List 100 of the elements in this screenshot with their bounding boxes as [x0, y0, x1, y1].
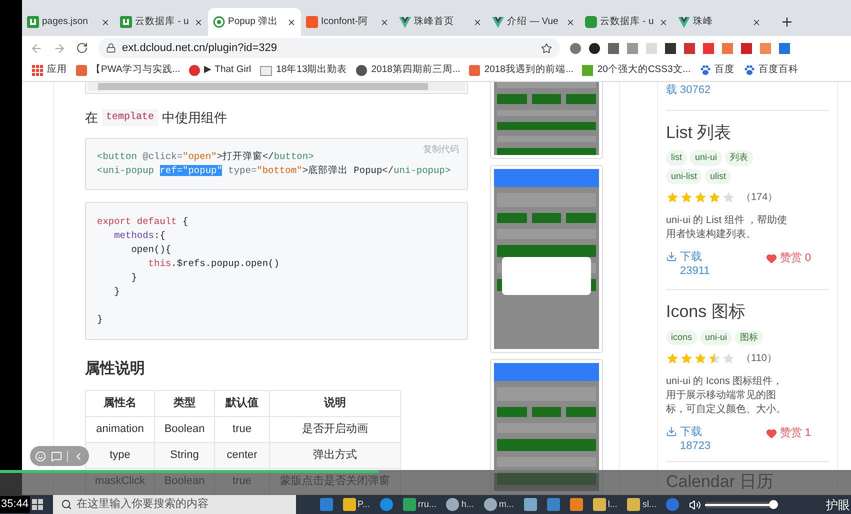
tag-chip[interactable]: 图标 — [735, 330, 764, 345]
code-line: <button @click="open">打开弹窗</button> — [97, 150, 315, 164]
taskbar-app[interactable]: l... — [592, 498, 618, 512]
app-icon — [446, 498, 460, 511]
bookmark-link[interactable]: ▶ That Girl — [189, 63, 252, 78]
paragraph-text: 中使用组件 — [162, 109, 228, 127]
tag-chip[interactable]: uni-list — [666, 168, 702, 184]
taskbar-app[interactable]: h... — [446, 498, 474, 512]
tag-chip[interactable]: 列表 — [725, 150, 754, 166]
star-icon — [694, 352, 707, 365]
volume-thumb[interactable] — [769, 500, 778, 509]
extension-icon[interactable] — [589, 42, 600, 54]
star-icon — [680, 352, 693, 365]
taskbar-app[interactable] — [546, 498, 560, 511]
bookmark-link[interactable]: 百度百科 — [744, 63, 799, 78]
plugin-title[interactable]: List 列表 — [666, 120, 829, 145]
close-icon[interactable] — [473, 18, 482, 26]
reload-icon[interactable] — [76, 42, 88, 54]
code-line: export default { — [97, 214, 190, 228]
tag-chip[interactable]: uni-ui — [700, 330, 732, 345]
plugin-title[interactable]: Icons 图标 — [666, 299, 829, 324]
code-line: methods:{ — [113, 228, 166, 242]
apps-grid-icon — [32, 65, 43, 76]
tab-title: 珠峰首页 — [414, 14, 455, 29]
search-icon — [60, 499, 72, 510]
tab-title: 云数据库 - u — [135, 14, 190, 29]
address-bar[interactable]: ext.dcloud.net.cn/plugin?id=329 — [98, 38, 560, 58]
tab-title: 云数据库 - u — [600, 14, 655, 29]
app-icon — [320, 498, 333, 511]
horizontal-scrollbar[interactable] — [88, 82, 465, 91]
taskbar-search-field[interactable]: 在这里输入你要搜索的内容 — [52, 495, 296, 514]
smile-icon[interactable] — [35, 450, 46, 462]
search-placeholder: 在这里输入你要搜索的内容 — [76, 496, 209, 512]
extension-icon[interactable] — [665, 42, 676, 54]
app-icon — [342, 498, 356, 511]
comment-icon[interactable] — [51, 450, 62, 462]
rating-count: （110） — [741, 352, 777, 366]
close-icon[interactable] — [659, 18, 668, 26]
plugin-description: uni-ui 的 List 组件 ，帮助使用者快速构建列表。 — [666, 214, 788, 242]
bookmark-link[interactable]: 百度 — [700, 63, 735, 78]
bookmark-star-icon[interactable] — [541, 42, 552, 54]
tip-button[interactable]: 赞赏 1 — [766, 425, 811, 442]
bookmark-link[interactable]: 2018我遇到的前端... — [469, 63, 574, 78]
bookmark-link[interactable]: 2018第四期前三周... — [356, 63, 460, 78]
url-text: ext.dcloud.net.cn/plugin?id=329 — [122, 40, 278, 56]
cloud-logo-icon — [585, 16, 597, 28]
app-icon — [402, 498, 416, 511]
vue-logo-icon — [492, 16, 504, 28]
close-icon[interactable] — [101, 18, 110, 26]
tab-title: Iconfont-阿 — [321, 14, 369, 29]
download-icon — [666, 426, 677, 437]
eye-care-label[interactable]: 护眼 — [826, 496, 850, 514]
bookmark-icon — [189, 65, 200, 76]
app-icon — [570, 498, 583, 511]
close-icon[interactable] — [194, 18, 203, 26]
taskbar-app[interactable] — [666, 498, 680, 511]
code-line: } — [97, 312, 104, 326]
windows-logo-icon[interactable] — [32, 499, 43, 510]
taskbar-app[interactable]: rru... — [402, 498, 436, 512]
taskbar-app[interactable]: P... — [342, 498, 370, 512]
bookmark-link[interactable]: 应用 — [32, 63, 67, 78]
sheet-icon — [260, 66, 272, 76]
tab-title: Popup 弹出 — [228, 14, 280, 29]
tag-chip[interactable]: list — [666, 150, 687, 166]
star-icon — [666, 352, 679, 365]
volume-icon[interactable] — [689, 498, 702, 510]
taskbar-app[interactable]: sl... — [627, 498, 656, 512]
globe-icon — [356, 65, 368, 76]
close-icon[interactable] — [566, 18, 575, 26]
tip-button[interactable]: 赞赏 0 — [766, 250, 811, 266]
browser-tab[interactable]: Popup 弹出 — [208, 8, 301, 36]
rating-count: （174） — [741, 191, 778, 205]
close-icon[interactable] — [752, 18, 761, 26]
column-header: 说明 — [270, 390, 400, 416]
code-line: open(){ — [130, 242, 172, 256]
bookmark-link[interactable]: 20个强大的CSS3文... — [582, 63, 691, 78]
bookmark-icon — [582, 65, 594, 76]
player-controls[interactable] — [30, 446, 89, 466]
taskbar-app[interactable] — [380, 498, 393, 511]
bookmark-link[interactable]: 18年13期出勤表 — [260, 63, 348, 78]
heart-icon — [766, 252, 777, 264]
tag-chip[interactable]: ulist — [705, 168, 732, 184]
app-logo-icon — [120, 16, 132, 28]
taskbar-app[interactable] — [524, 498, 537, 511]
app-icon — [592, 498, 606, 511]
tab-title: 介绍 — Vue — [507, 14, 560, 29]
star-icon — [708, 352, 721, 365]
new-tab-icon[interactable] — [780, 15, 794, 29]
bookmark-link[interactable]: 【PWA学习与实践... — [76, 63, 180, 78]
tag-chip[interactable]: icons — [666, 330, 698, 345]
close-icon[interactable] — [287, 18, 296, 26]
taskbar-app[interactable] — [570, 498, 583, 511]
app-logo-icon — [306, 16, 318, 28]
tab-title: pages.json — [42, 14, 89, 29]
close-icon[interactable] — [380, 18, 389, 26]
tab-title: 珠峰 — [693, 14, 714, 29]
tag-chip[interactable]: uni-ui — [690, 150, 722, 166]
taskbar-app[interactable]: m... — [484, 498, 514, 512]
taskbar-app[interactable] — [320, 498, 333, 511]
progress-track[interactable] — [0, 470, 851, 473]
